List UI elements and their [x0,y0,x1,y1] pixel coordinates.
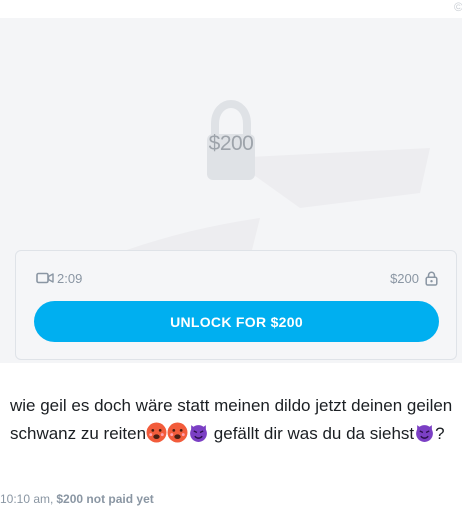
unlock-button[interactable]: UNLOCK FOR $200 [34,301,439,342]
video-camera-icon [36,272,54,284]
devil-emoji-icon [416,425,434,442]
message-time: 10:10 am, [0,492,54,506]
message-text-part2: gefällt dir was du da siehst [209,424,415,443]
lock-icon [425,270,438,286]
hot-face-emoji-icon [146,422,167,443]
locked-media-preview: $200 2:09 $200 UNLOCK FOR $200 [0,18,462,363]
hot-face-emoji-icon [167,422,188,443]
message-text: wie geil es doch wäre statt meinen dildo… [10,392,460,448]
corner-indicator: © [454,0,462,14]
unlock-card: 2:09 $200 UNLOCK FOR $200 [15,250,457,360]
video-duration: 2:09 [36,269,82,287]
lock-overlay: $200 [191,98,271,188]
payment-status: $200 not paid yet [56,492,154,506]
price-label: $200 [390,270,419,286]
media-price: $200 [390,269,438,287]
devil-emoji-icon [190,425,207,442]
duration-label: 2:09 [57,270,83,286]
lock-price: $200 [208,132,254,155]
message-text-part3: ? [435,424,445,443]
message-meta: 10:10 am, $200 not paid yet [0,492,154,506]
